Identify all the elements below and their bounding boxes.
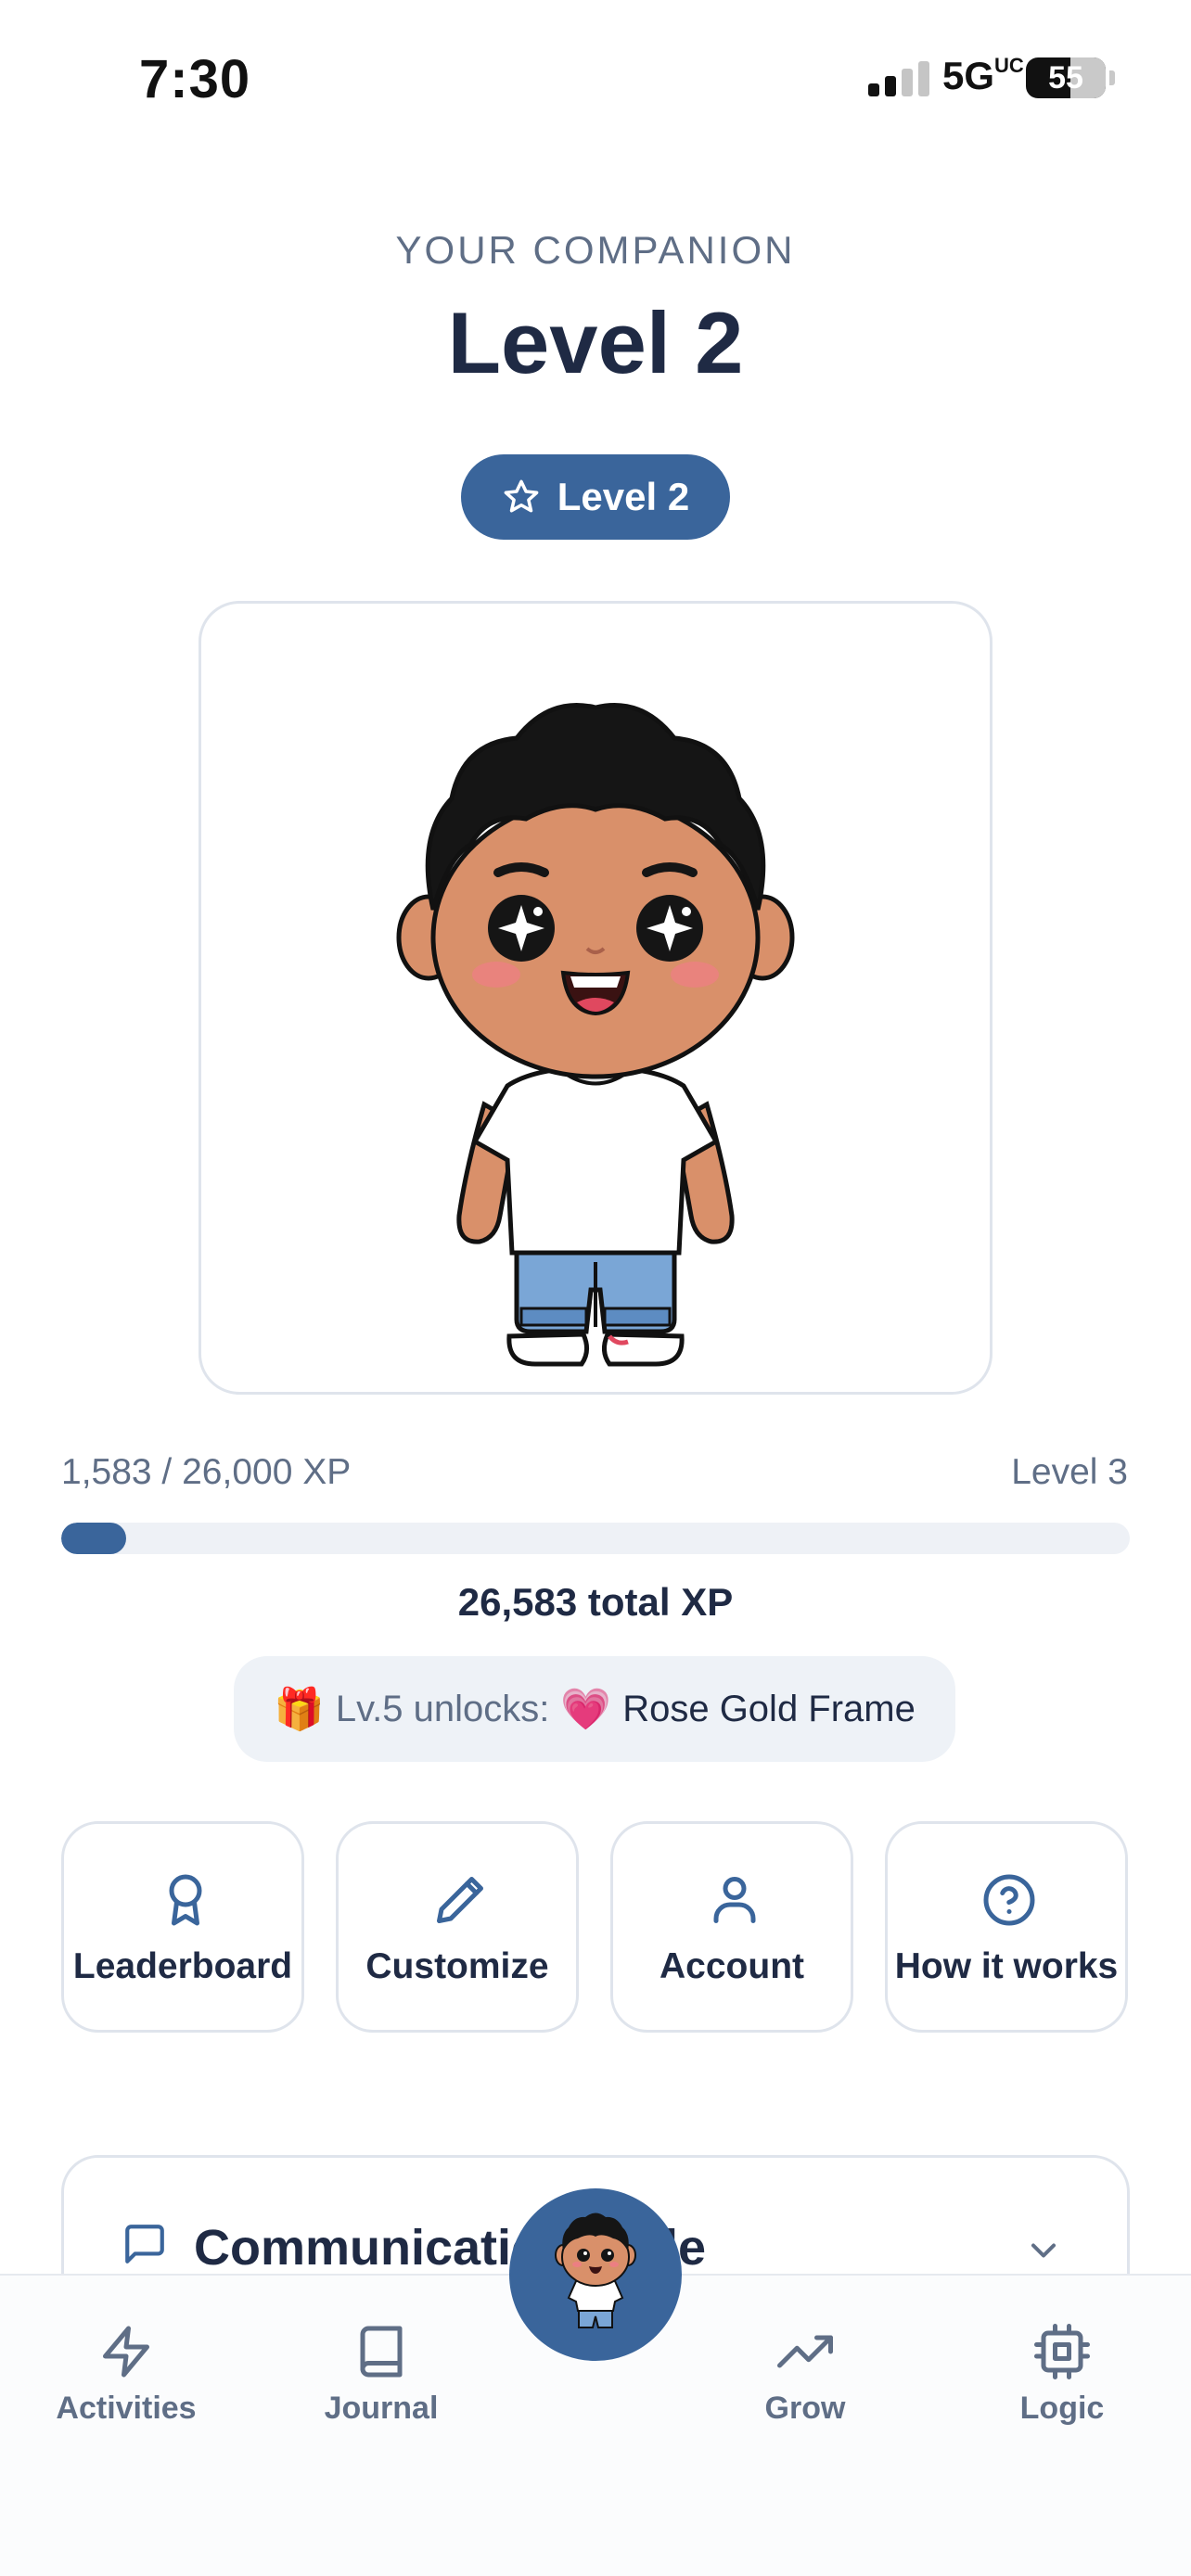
tab-grow-label: Grow — [764, 2391, 846, 2426]
chip-icon — [1034, 2324, 1090, 2379]
level-badge: Level 2 — [461, 454, 730, 540]
lightning-icon — [103, 2326, 149, 2378]
status-bar: 7:30 5GUC 55 — [0, 0, 1191, 158]
unlock-reward: Rose Gold Frame — [622, 1688, 916, 1729]
section-eyebrow: YOUR COMPANION — [395, 228, 796, 272]
unlock-banner: 🎁 Lv.5 unlocks: 💗 Rose Gold Frame — [234, 1656, 955, 1762]
star-icon — [504, 479, 539, 513]
battery-icon: 55 — [1026, 57, 1106, 98]
level-badge-label: Level 2 — [557, 475, 690, 518]
tab-logic-label: Logic — [1019, 2391, 1105, 2426]
gift-icon: 🎁 — [274, 1687, 325, 1732]
cartoon-boy-avatar — [396, 703, 795, 1367]
trending-up-icon — [777, 2335, 833, 2368]
xp-progress-fill — [61, 1523, 127, 1554]
customize-button[interactable]: Customize — [336, 1821, 579, 2033]
tab-journal[interactable]: Journal — [288, 2276, 474, 2461]
customize-label: Customize — [365, 1946, 549, 1986]
how-it-works-button[interactable]: How it works — [885, 1821, 1128, 2033]
book-icon — [360, 2326, 403, 2378]
cellular-signal-icon — [868, 59, 929, 96]
network-type: 5GUC — [942, 54, 1024, 97]
xp-progress-bar — [61, 1523, 1130, 1554]
user-icon — [713, 1877, 756, 1923]
unlock-label: Lv.5 unlocks: — [335, 1688, 550, 1729]
next-level-label: Level 3 — [1011, 1452, 1128, 1492]
account-button[interactable]: Account — [610, 1821, 853, 2033]
award-ribbon-icon — [169, 1874, 202, 1926]
leaderboard-label: Leaderboard — [72, 1946, 293, 1986]
chat-bubble-icon — [125, 2225, 164, 2264]
avatar-card[interactable] — [198, 601, 992, 1395]
account-label: Account — [660, 1946, 804, 1986]
xp-current-label: 1,583 / 26,000 XP — [61, 1452, 352, 1492]
total-xp: 26,583 total XP — [457, 1580, 734, 1624]
battery-cap — [1109, 70, 1115, 85]
tab-grow[interactable]: Grow — [712, 2276, 898, 2461]
tab-activities[interactable]: Activities — [33, 2276, 219, 2461]
page-title: Level 2 — [447, 294, 744, 391]
status-time: 7:30 — [139, 49, 251, 109]
tab-logic[interactable]: Logic — [969, 2276, 1155, 2461]
companion-screen: 7:30 5GUC 55 YOUR COMPANION Level 2 Leve… — [0, 0, 1191, 2576]
heart-icon: 💗 — [560, 1687, 612, 1732]
chevron-down-icon[interactable] — [1023, 2230, 1064, 2271]
companion-tab-button[interactable] — [509, 2188, 682, 2361]
help-circle-icon — [983, 1874, 1035, 1926]
tab-journal-label: Journal — [324, 2391, 439, 2426]
pencil-icon — [437, 1877, 483, 1923]
avatar-mini-icon — [555, 2213, 636, 2328]
how-it-works-label: How it works — [894, 1946, 1119, 1986]
leaderboard-button[interactable]: Leaderboard — [61, 1821, 304, 2033]
tab-activities-label: Activities — [56, 2391, 197, 2426]
battery-percent: 55 — [1048, 60, 1083, 96]
